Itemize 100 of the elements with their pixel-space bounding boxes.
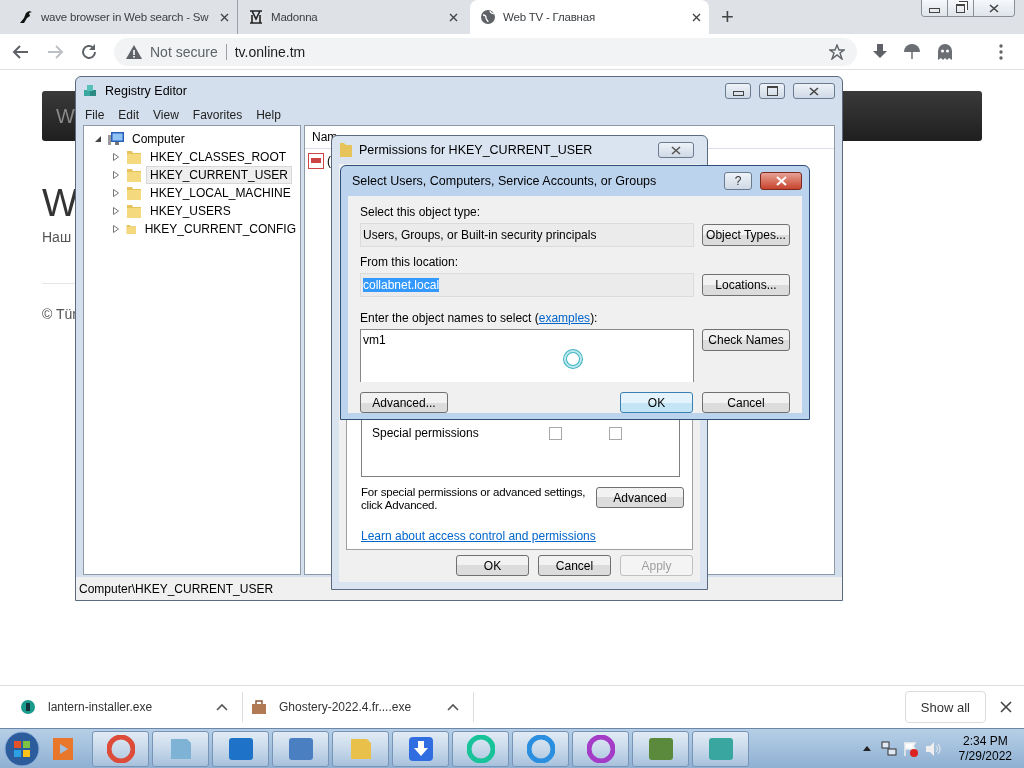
tab-title: Madonna	[271, 11, 319, 23]
back-icon[interactable]	[12, 42, 30, 61]
taskbar-button[interactable]	[572, 730, 629, 767]
tab-title: wave browser in Web search - Sw	[41, 11, 210, 23]
taskbar-button[interactable]	[692, 730, 749, 767]
advanced-button[interactable]: Advanced...	[360, 392, 448, 413]
dialog-button[interactable]: Cancel	[538, 555, 611, 576]
check-names-button[interactable]: Check Names	[702, 329, 790, 351]
taskbar-button[interactable]	[212, 730, 269, 767]
location-field: collabnet.local	[360, 273, 694, 297]
minimize-button[interactable]	[725, 83, 751, 99]
restore-button[interactable]	[948, 0, 974, 16]
taskbar-button[interactable]	[512, 730, 569, 767]
permission-name: Special permissions	[372, 426, 480, 440]
umbrella-icon[interactable]	[903, 42, 921, 61]
close-icon[interactable]	[1000, 701, 1012, 713]
expander-icon[interactable]	[112, 207, 120, 215]
show-hidden-icons-button[interactable]	[862, 746, 871, 751]
flag-icon[interactable]	[902, 740, 919, 757]
string-value-icon	[308, 153, 324, 169]
download-item[interactable]: Ghostery-2022.4.fr....exe	[243, 692, 474, 722]
dialog-title: Select Users, Computers, Service Accounts, or Groups	[352, 174, 657, 188]
taskbar-button[interactable]	[452, 730, 509, 767]
emblem-icon	[248, 9, 264, 25]
taskbar-button[interactable]	[272, 730, 329, 767]
advanced-button[interactable]: Advanced	[596, 487, 684, 508]
address-bar[interactable]: Not secure tv.online.tm	[114, 37, 857, 66]
download-item[interactable]: lantern-installer.exe	[12, 692, 243, 722]
field-label: Select this object type:	[360, 205, 482, 219]
menu-item[interactable]: Help	[256, 108, 281, 122]
security-label: Not secure	[150, 43, 218, 60]
ring-icon	[106, 734, 135, 763]
locations-button[interactable]: Locations...	[702, 274, 790, 296]
close-icon[interactable]	[220, 12, 229, 22]
menu-item[interactable]: View	[153, 108, 179, 122]
dialog-title: Permissions for HKEY_CURRENT_USER	[359, 143, 593, 157]
close-icon[interactable]	[449, 12, 458, 22]
download-icon	[406, 734, 435, 763]
expander-icon[interactable]	[94, 135, 102, 143]
download-icon[interactable]	[873, 43, 887, 60]
tree-item[interactable]: Computer	[128, 130, 189, 148]
deny-checkbox[interactable]	[609, 426, 622, 440]
tree-item[interactable]: HKEY_CURRENT_USER	[146, 166, 293, 184]
tree-item[interactable]: HKEY_CURRENT_CONFIG	[140, 220, 300, 238]
expander-icon[interactable]	[112, 171, 120, 179]
star-icon[interactable]	[829, 43, 845, 60]
caret-icon[interactable]	[216, 703, 228, 711]
expander-icon[interactable]	[112, 189, 120, 197]
close-icon	[775, 176, 787, 186]
menu-item[interactable]: Edit	[118, 108, 140, 122]
advanced-note: For special permissions or advanced settings, click Advanced.	[361, 486, 587, 512]
menu-icon[interactable]	[999, 43, 1003, 60]
help-button[interactable]: ?	[724, 172, 752, 190]
taskbar-button[interactable]	[92, 730, 149, 767]
menu-item[interactable]: File	[85, 108, 105, 122]
browser-tab[interactable]: Web TV - Главная	[470, 0, 709, 34]
help-link[interactable]: Learn about access control and permissions	[361, 529, 680, 543]
ghost-icon[interactable]	[937, 42, 953, 61]
network-icon[interactable]	[880, 740, 897, 757]
cancel-button[interactable]: Cancel	[702, 392, 790, 413]
taskbar-button[interactable]	[332, 730, 389, 767]
url-text: tv.online.tm	[234, 43, 306, 60]
start-button[interactable]	[4, 730, 40, 767]
tab-title: Web TV - Главная	[503, 11, 596, 23]
close-icon[interactable]	[692, 12, 701, 22]
close-button[interactable]	[658, 142, 694, 158]
clock[interactable]: 2:34 PM 7/29/2022	[958, 733, 1012, 764]
expander-icon[interactable]	[112, 225, 120, 233]
reload-icon[interactable]	[80, 42, 98, 61]
caret-icon[interactable]	[447, 703, 459, 711]
close-button[interactable]	[793, 83, 835, 99]
field-label: Enter the object names to select (examples):	[360, 311, 599, 325]
taskbar-button[interactable]	[632, 730, 689, 767]
object-types-button[interactable]: Object Types...	[702, 224, 790, 246]
browser-tab[interactable]: wave browser in Web search - Sw	[8, 0, 237, 34]
lantern-icon	[20, 699, 36, 715]
page-footer: © Tür	[42, 306, 77, 322]
close-button[interactable]	[974, 0, 1014, 16]
menu-item[interactable]: Favorites	[192, 108, 243, 122]
tree-item[interactable]: HKEY_USERS	[146, 202, 235, 220]
new-tab-button[interactable]: +	[709, 0, 746, 34]
taskbar-button[interactable]	[392, 730, 449, 767]
computer-icon	[108, 132, 124, 146]
dialog-button[interactable]: OK	[456, 555, 529, 576]
close-icon	[671, 145, 681, 155]
ok-button[interactable]: OK	[620, 392, 693, 413]
field-text: vm1	[363, 333, 386, 347]
warning-icon	[126, 44, 142, 59]
maximize-button[interactable]	[759, 83, 785, 99]
tree-item[interactable]: HKEY_LOCAL_MACHINE	[146, 184, 295, 202]
tree-item[interactable]: HKEY_CLASSES_ROOT	[146, 148, 291, 166]
taskbar-button[interactable]	[152, 730, 209, 767]
allow-checkbox[interactable]	[549, 426, 562, 440]
object-names-field[interactable]: vm1	[360, 329, 694, 382]
examples-link[interactable]: examples	[538, 311, 591, 325]
expander-icon[interactable]	[112, 153, 120, 161]
close-button[interactable]	[760, 172, 802, 190]
minimize-button[interactable]	[922, 0, 948, 16]
site-title: W	[56, 104, 75, 128]
show-all-button[interactable]: Show all	[904, 691, 986, 723]
